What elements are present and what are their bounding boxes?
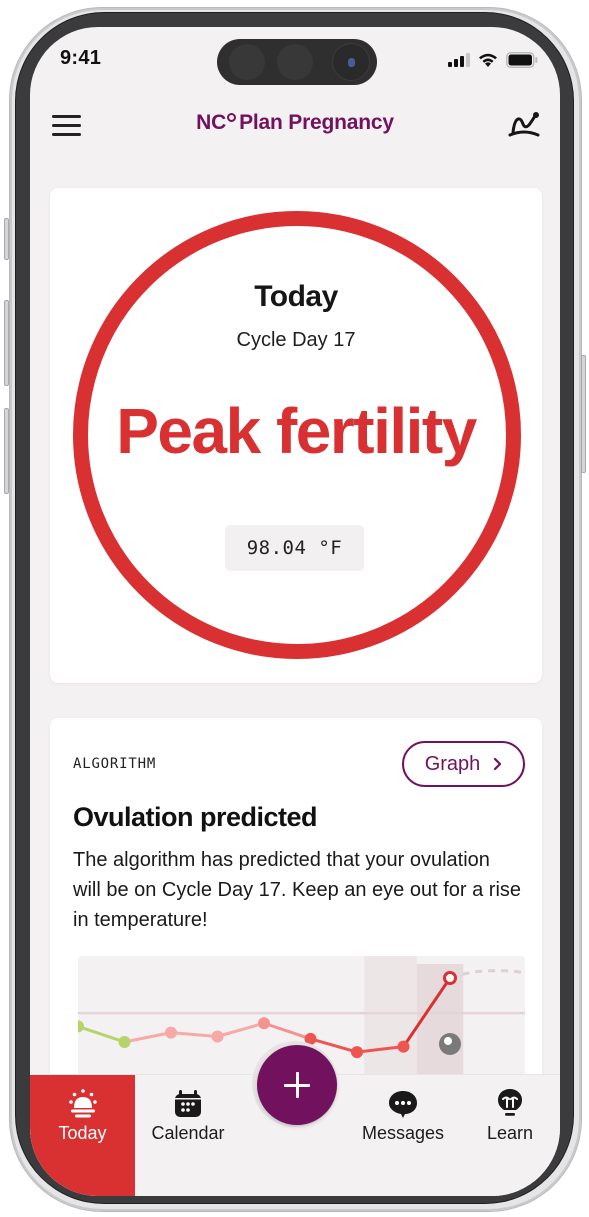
status-icons [448,52,538,68]
temperature-point [397,1040,410,1053]
power-button [581,355,586,473]
chat-bubble-icon [389,1091,417,1118]
app-header: NC Plan Pregnancy [30,103,560,147]
cycle-day: Cycle Day 17 [236,329,356,351]
volume-down-button [4,408,9,494]
tab-learn[interactable]: Learn [460,1075,560,1196]
graph-button[interactable] [506,107,542,139]
tab-messages-label: Messages [361,1123,445,1143]
calendar-icon [175,1090,201,1117]
tab-calendar-label: Calendar [151,1123,225,1143]
highlight-band [364,956,417,1081]
volume-up-button [4,300,9,386]
app-screen: 9:41 NC Plan Pregnancy Today Cycle Day 1… [30,27,560,1196]
today-point [443,971,457,985]
cellular-signal-icon [448,53,470,67]
app-title: NC Plan Pregnancy [30,111,560,135]
lightbulb-icon [498,1089,522,1116]
graph-chart-icon [508,112,540,137]
today-title: Today [254,280,338,313]
chevron-right-icon [494,757,502,771]
tab-messages[interactable]: Messages [353,1075,453,1196]
brand-prefix: NC [196,111,227,134]
brand-degree-icon [227,113,237,122]
ovulation-marker-dot [444,1037,452,1045]
graph-link-button[interactable]: Graph [402,741,525,787]
battery-icon [506,52,538,68]
sensor-icon [277,44,313,80]
today-card[interactable]: Today Cycle Day 17 Peak fertility 98.04 … [50,188,542,683]
tab-calendar[interactable]: Calendar [135,1075,241,1196]
tab-today[interactable]: Today [30,1075,135,1196]
tab-learn-label: Learn [486,1123,534,1143]
fertility-status: Peak fertility [116,395,477,467]
algorithm-description: The algorithm has predicted that your ov… [73,849,522,931]
temperature-point [211,1030,224,1043]
silent-switch [4,218,9,260]
tab-today-label: Today [58,1123,107,1143]
app-title-text: Plan Pregnancy [239,111,394,134]
dynamic-island [217,39,377,85]
sensor-icon [229,44,265,80]
temperature-point [165,1026,177,1039]
temperature-point [351,1046,363,1059]
camera-lens-icon [332,43,370,81]
sunrise-icon [68,1089,97,1118]
temperature-reading[interactable]: 98.04 °F [225,525,364,571]
status-bar: 9:41 [30,27,560,97]
algorithm-label: ALGORITHM [73,756,157,772]
algorithm-title: Ovulation predicted [73,802,318,832]
graph-button-label: Graph [424,752,481,775]
add-data-button[interactable] [257,1045,337,1125]
wifi-icon [479,53,497,67]
temperature-point [258,1017,270,1030]
temperature-point [118,1035,131,1048]
status-time: 9:41 [60,47,102,69]
highlight-band [416,964,464,1081]
